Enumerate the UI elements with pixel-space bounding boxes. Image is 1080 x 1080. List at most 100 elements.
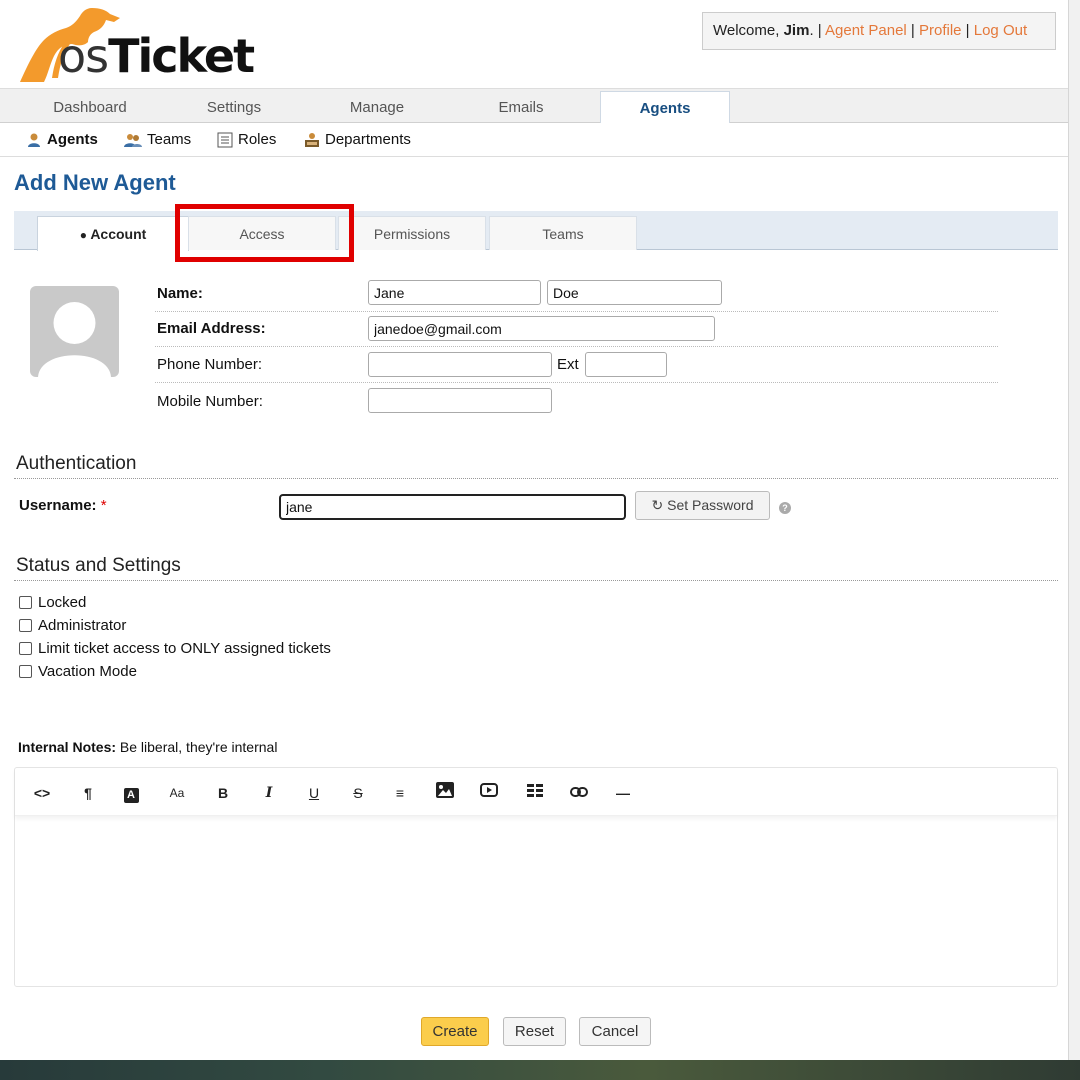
mobile-input[interactable] [368, 388, 552, 413]
agent-icon [28, 133, 40, 147]
editor-toolbar: <> ¶ A Aa B I U S ≡ — [15, 768, 1057, 816]
taskbar [0, 1060, 1080, 1080]
underline-icon[interactable]: U [303, 782, 325, 804]
locked-checkbox[interactable] [19, 596, 32, 609]
paragraph-icon[interactable]: ¶ [77, 782, 99, 804]
form-tab-account[interactable]: ● Account [37, 216, 189, 251]
italic-icon[interactable]: I [258, 782, 280, 804]
image-icon[interactable] [434, 782, 456, 804]
vacation-mode-option[interactable]: Vacation Mode [19, 663, 137, 680]
create-button[interactable]: Create [421, 1017, 489, 1046]
link-icon[interactable] [568, 782, 590, 804]
locked-option[interactable]: Locked [19, 594, 86, 611]
separator: | [961, 22, 974, 39]
first-name-input[interactable] [368, 280, 541, 305]
cancel-button[interactable]: Cancel [579, 1017, 651, 1046]
email-label: Email Address: [157, 320, 266, 337]
vacation-mode-checkbox[interactable] [19, 665, 32, 678]
sub-nav: Agents Teams Roles Departments [0, 123, 1068, 157]
avatar [30, 286, 119, 377]
form-tab-permissions[interactable]: Permissions [338, 216, 486, 250]
image-glyph [436, 782, 454, 798]
strikethrough-icon[interactable]: S [347, 782, 369, 804]
subnav-departments[interactable]: Departments [304, 131, 411, 148]
tab-manage[interactable]: Manage [317, 89, 437, 123]
form-tab-account-label: Account [90, 226, 147, 242]
internal-notes-title: Internal Notes: [18, 739, 117, 755]
subnav-roles-label: Roles [238, 131, 277, 148]
form-tab-teams[interactable]: Teams [489, 216, 637, 250]
set-password-button[interactable]: ↻ Set Password [635, 491, 770, 520]
limit-access-label: Limit ticket access to ONLY assigned tic… [38, 640, 331, 657]
section-divider [14, 580, 1058, 581]
welcome-box: Welcome, Jim. | Agent Panel | Profile | … [702, 12, 1056, 50]
profile-link[interactable]: Profile [919, 22, 962, 39]
row-divider [155, 382, 998, 383]
refresh-icon: ↻ [651, 497, 664, 513]
separator: | [906, 22, 919, 39]
internal-notes-label: Internal Notes: Be liberal, they're inte… [18, 739, 277, 755]
horizontal-rule-icon[interactable]: — [612, 782, 634, 804]
mobile-label: Mobile Number: [157, 393, 263, 410]
vacation-mode-label: Vacation Mode [38, 663, 137, 680]
logo-text: osTicket [58, 29, 255, 83]
video-icon[interactable] [478, 782, 500, 804]
html-code-icon[interactable]: <> [31, 782, 53, 804]
set-password-label: Set Password [667, 497, 754, 513]
tab-settings[interactable]: Settings [174, 89, 294, 123]
ext-input[interactable] [585, 352, 667, 377]
welcome-separator: . | [809, 22, 826, 39]
locked-label: Locked [38, 594, 87, 611]
tab-emails[interactable]: Emails [461, 89, 581, 123]
username-input[interactable] [279, 494, 626, 520]
section-divider [14, 478, 1058, 479]
header: osTicket Welcome, Jim. | Agent Panel | P… [0, 0, 1068, 88]
main-nav: Dashboard Settings Manage Emails Agents [0, 88, 1068, 127]
help-icon[interactable]: ? [779, 502, 791, 514]
form-tabs: ● Account Access Permissions Teams [14, 211, 1058, 251]
reset-button[interactable]: Reset [503, 1017, 566, 1046]
bold-icon[interactable]: B [212, 782, 234, 804]
internal-notes-hint: Be liberal, they're internal [119, 739, 278, 755]
administrator-label: Administrator [38, 617, 127, 634]
row-divider [155, 346, 998, 347]
subnav-departments-label: Departments [325, 131, 411, 148]
logout-link[interactable]: Log Out [974, 22, 1027, 39]
agent-panel-link[interactable]: Agent Panel [825, 22, 907, 39]
administrator-checkbox[interactable] [19, 619, 32, 632]
font-size-icon[interactable]: Aa [166, 782, 188, 804]
page-title: Add New Agent [14, 170, 176, 195]
roles-list-icon [217, 132, 233, 147]
administrator-option[interactable]: Administrator [19, 617, 126, 634]
font-color-glyph: A [123, 788, 139, 803]
name-label: Name: [157, 285, 203, 302]
font-color-icon[interactable]: A [120, 782, 142, 804]
table-glyph [527, 784, 543, 797]
limit-access-checkbox[interactable] [19, 642, 32, 655]
user-icon: ● [79, 228, 87, 242]
subnav-agents[interactable]: Agents [26, 131, 98, 148]
phone-input[interactable] [368, 352, 552, 377]
last-name-input[interactable] [547, 280, 722, 305]
username-label-text: Username: [19, 497, 97, 514]
subnav-teams[interactable]: Teams [124, 131, 191, 148]
limit-access-option[interactable]: Limit ticket access to ONLY assigned tic… [19, 640, 331, 657]
tab-agents[interactable]: Agents [600, 91, 730, 127]
row-divider [155, 311, 998, 312]
department-icon [305, 132, 319, 147]
email-input[interactable] [368, 316, 715, 341]
subnav-roles[interactable]: Roles [217, 131, 276, 148]
status-settings-heading: Status and Settings [16, 555, 181, 576]
tab-dashboard[interactable]: Dashboard [30, 89, 150, 123]
list-icon[interactable]: ≡ [389, 782, 411, 804]
required-mark: * [100, 497, 107, 514]
notes-editor[interactable]: <> ¶ A Aa B I U S ≡ — [14, 767, 1058, 987]
authentication-heading: Authentication [16, 453, 137, 474]
ext-label: Ext [557, 356, 579, 373]
subnav-agents-label: Agents [47, 131, 98, 148]
welcome-prefix: Welcome, [713, 22, 784, 39]
username-label: Username: * [19, 497, 107, 514]
subnav-teams-label: Teams [147, 131, 192, 148]
table-icon[interactable] [524, 782, 546, 804]
link-glyph [570, 787, 588, 797]
